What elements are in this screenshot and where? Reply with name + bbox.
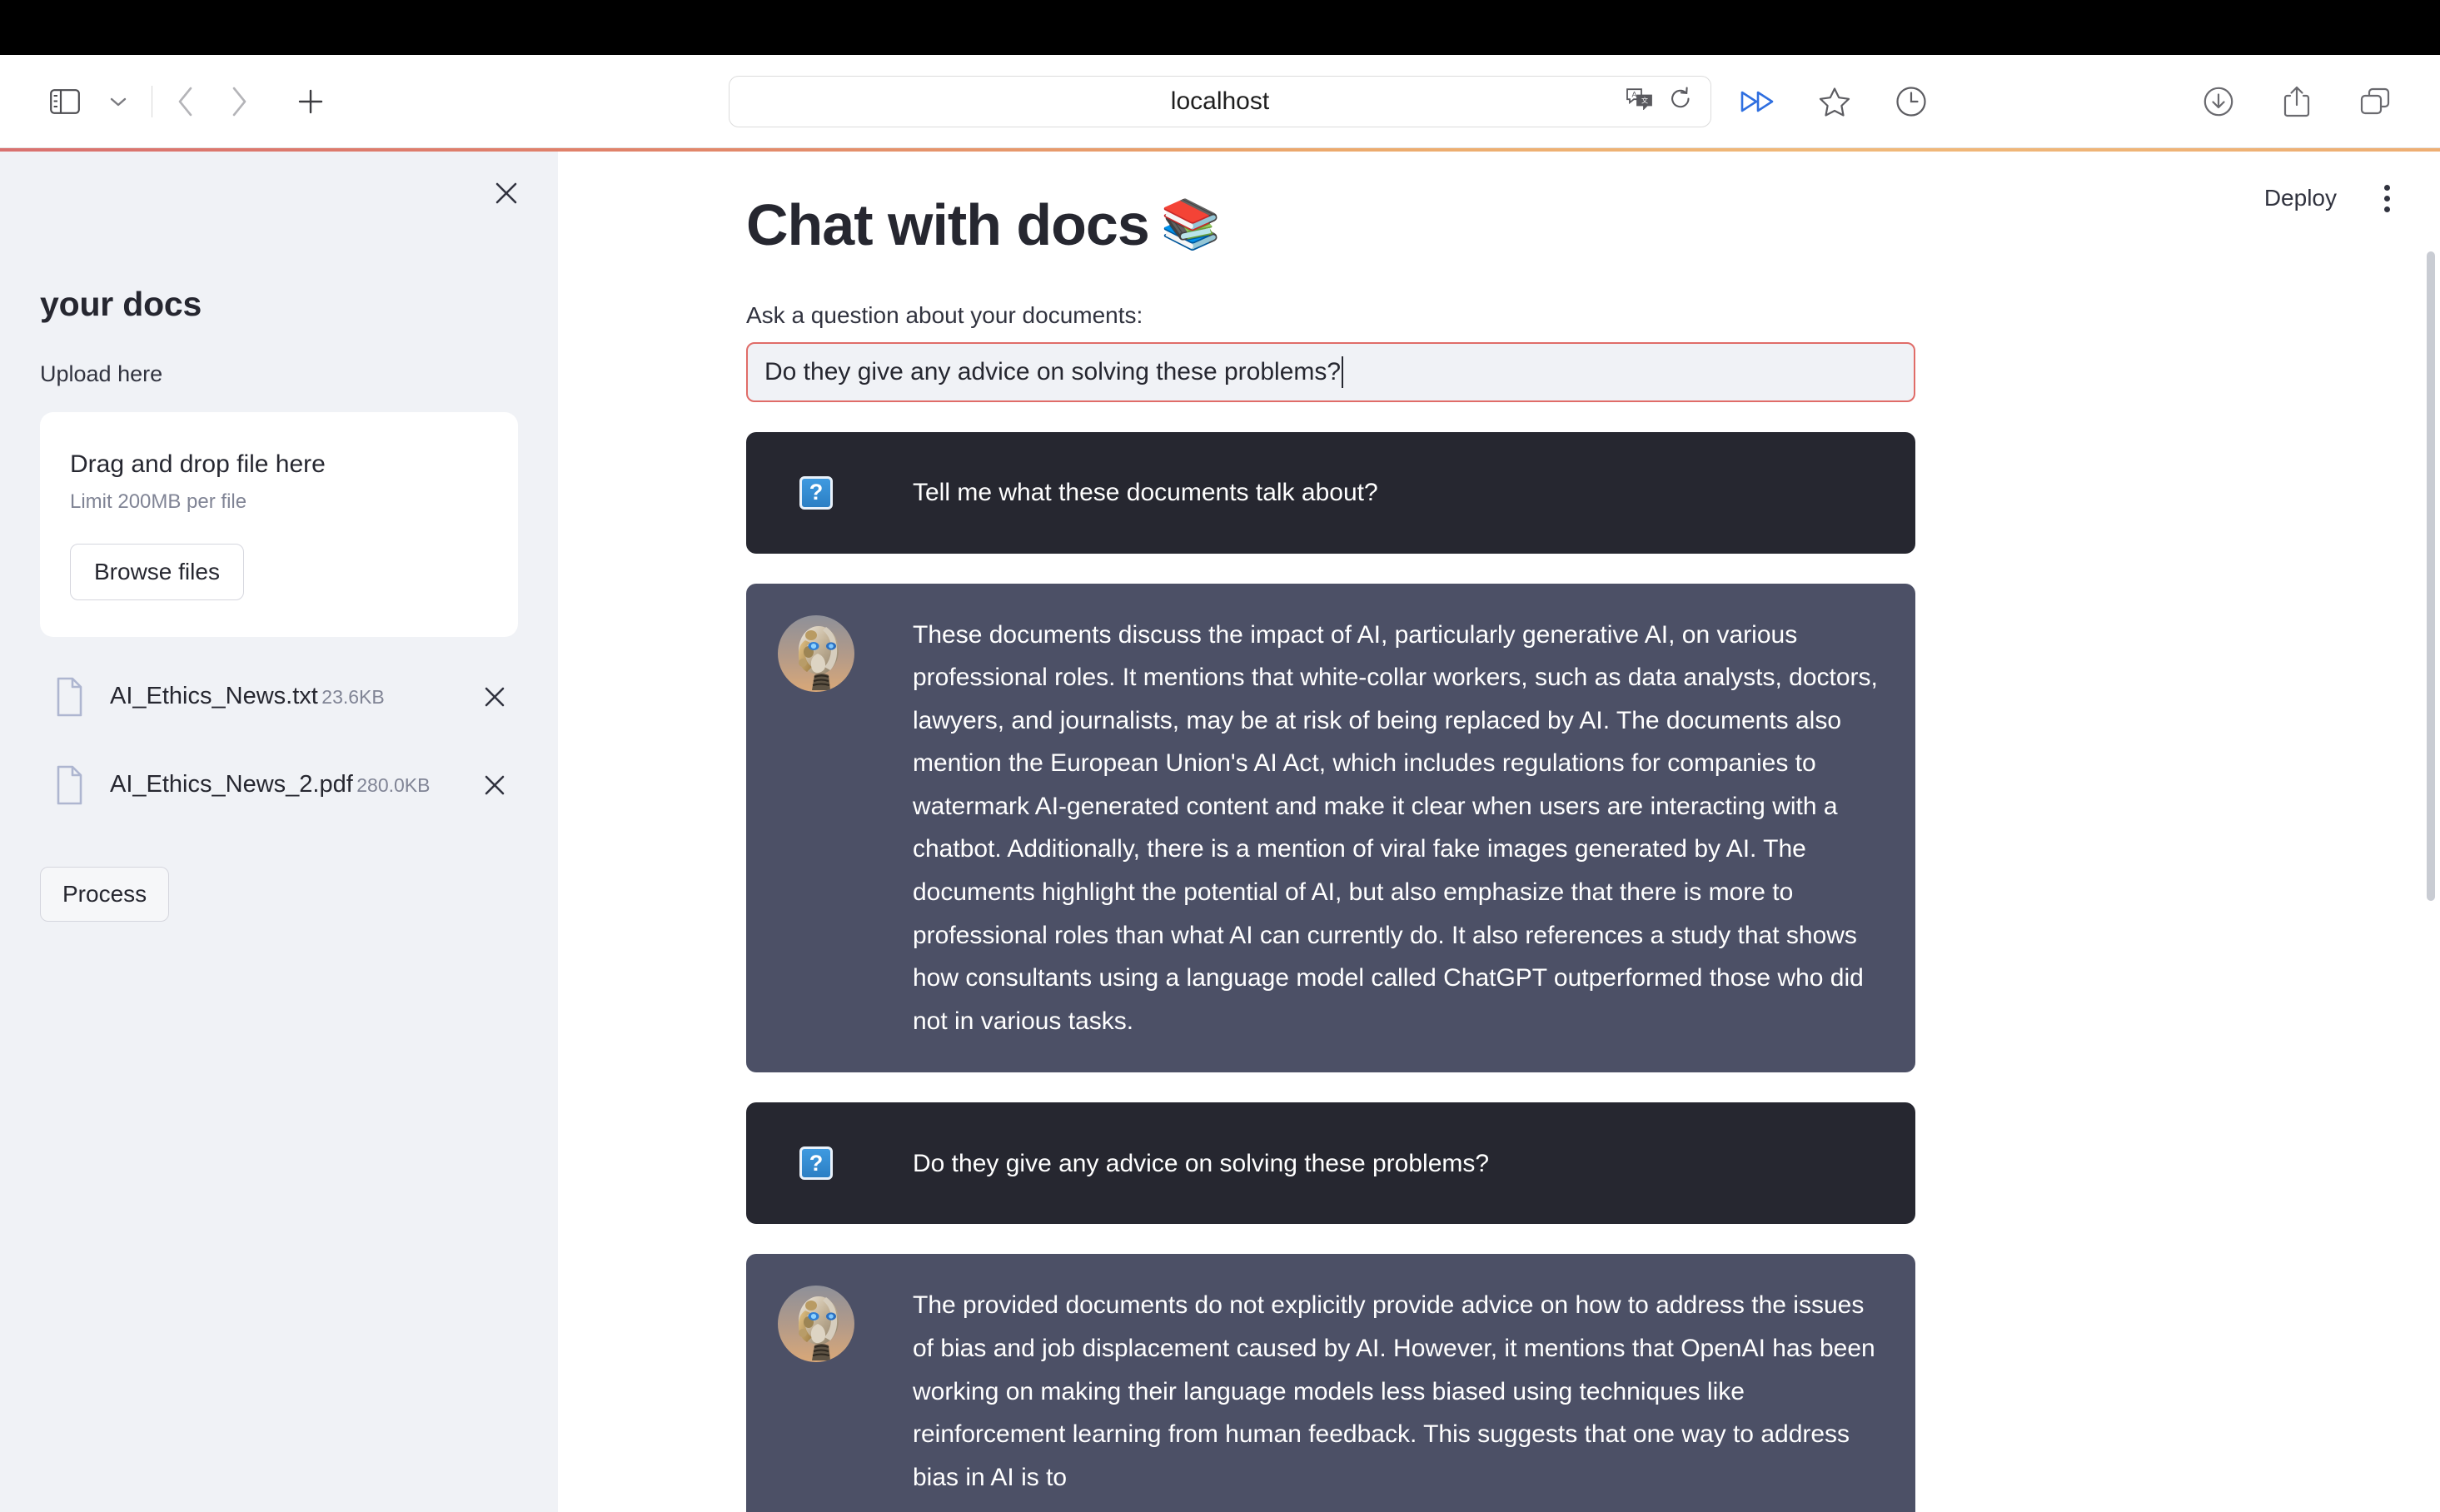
page-title-text: Chat with docs xyxy=(746,192,1150,257)
svg-text:A: A xyxy=(1632,90,1637,98)
file-name: AI_Ethics_News.txt xyxy=(110,683,318,710)
message-text: The provided documents do not explicitly… xyxy=(913,1291,1875,1491)
books-emoji-icon: 📚 xyxy=(1160,196,1221,251)
question-input[interactable]: Do they give any advice on solving these… xyxy=(746,341,1915,402)
app-header-actions: Deploy xyxy=(2253,152,2440,245)
browse-files-button[interactable]: Browse files xyxy=(70,544,244,600)
fast-forward-icon[interactable] xyxy=(1731,75,1785,128)
address-bar-icons: A 文 xyxy=(1626,77,1692,127)
url-text: localhost xyxy=(1170,87,1270,115)
main-scroll-area: Chat with docs 📚 Ask a question about yo… xyxy=(558,152,2440,1512)
address-bar[interactable]: localhost A 文 xyxy=(729,75,1711,127)
avatar: ? xyxy=(779,475,853,510)
new-tab-button[interactable] xyxy=(284,75,337,128)
content-column: Chat with docs 📚 Ask a question about yo… xyxy=(746,191,1915,1512)
page-title: Chat with docs 📚 xyxy=(746,191,1915,259)
chat-message-user: ? Tell me what these documents talk abou… xyxy=(746,431,1915,554)
remove-file-icon[interactable] xyxy=(471,674,518,720)
chat-message-assistant: The provided documents do not explicitly… xyxy=(746,1254,1915,1512)
sidebar-close-icon[interactable] xyxy=(483,170,530,216)
dropzone-title: Drag and drop file here xyxy=(70,450,326,478)
message-text: Tell me what these documents talk about? xyxy=(913,479,1378,506)
question-mark-icon: ? xyxy=(799,475,833,510)
process-button[interactable]: Process xyxy=(40,867,170,922)
back-button[interactable] xyxy=(159,75,212,128)
sidebar-title: your docs xyxy=(40,285,202,323)
file-size: 280.0KB xyxy=(356,774,431,797)
text-cursor xyxy=(1342,356,1344,388)
streamlit-app: your docs Upload here Drag and drop file… xyxy=(0,152,2440,1512)
reload-icon[interactable] xyxy=(1669,86,1692,117)
address-bar-container: localhost A 文 xyxy=(729,75,1711,127)
toolbar-right-group xyxy=(2192,75,2402,128)
robot-avatar-image xyxy=(778,1286,854,1363)
avatar xyxy=(778,614,854,692)
tab-overview-icon[interactable] xyxy=(2348,75,2402,128)
upload-label: Upload here xyxy=(40,361,163,386)
file-icon xyxy=(40,765,98,805)
svg-text:文: 文 xyxy=(1641,96,1648,104)
scrollbar-thumb[interactable] xyxy=(2427,251,2435,901)
translate-icon[interactable]: A 文 xyxy=(1626,87,1654,117)
dropzone-limit-text: Limit 200MB per file xyxy=(70,490,247,513)
question-mark-icon: ? xyxy=(799,1146,833,1181)
chat-message-assistant: These documents discuss the impact of AI… xyxy=(746,583,1915,1073)
sidebar: your docs Upload here Drag and drop file… xyxy=(0,152,558,1512)
share-icon[interactable] xyxy=(2270,75,2323,128)
avatar xyxy=(778,1284,854,1363)
chat-message-user: ? Do they give any advice on solving the… xyxy=(746,1102,1915,1225)
list-item: AI_Ethics_News.txt 23.6KB xyxy=(40,665,518,729)
history-clock-icon[interactable] xyxy=(1885,75,1938,128)
message-text: These documents discuss the impact of AI… xyxy=(913,620,1878,1035)
download-icon[interactable] xyxy=(2192,75,2245,128)
file-name: AI_Ethics_News_2.pdf xyxy=(110,771,353,798)
kebab-menu-icon[interactable] xyxy=(2363,175,2410,221)
forward-button[interactable] xyxy=(212,75,266,128)
sidebar-toggle-icon[interactable] xyxy=(38,75,92,128)
message-text: Do they give any advice on solving these… xyxy=(913,1149,1490,1177)
deploy-button[interactable]: Deploy xyxy=(2253,177,2348,220)
bookmark-star-icon[interactable] xyxy=(1808,75,1861,128)
question-input-label: Ask a question about your documents: xyxy=(746,301,1143,328)
file-dropzone[interactable]: Drag and drop file here Limit 200MB per … xyxy=(40,412,518,637)
remove-file-icon[interactable] xyxy=(471,762,518,808)
file-meta: AI_Ethics_News_2.pdf 280.0KB xyxy=(98,771,471,798)
uploaded-file-list: AI_Ethics_News.txt 23.6KB AI_Ethics_News… xyxy=(40,665,518,817)
tab-group-chevron-down-icon[interactable] xyxy=(92,75,145,128)
macos-title-bar xyxy=(0,0,2440,55)
browser-toolbar: localhost A 文 xyxy=(0,55,2440,148)
avatar: ? xyxy=(779,1146,853,1181)
robot-avatar-image xyxy=(778,614,854,692)
file-meta: AI_Ethics_News.txt 23.6KB xyxy=(98,683,471,710)
toolbar-middle-right-group xyxy=(1731,75,1938,128)
list-item: AI_Ethics_News_2.pdf 280.0KB xyxy=(40,754,518,817)
file-size: 23.6KB xyxy=(321,686,385,709)
main-content: Deploy Chat with docs 📚 Ask a question a… xyxy=(558,152,2440,1512)
toolbar-left-group xyxy=(38,75,337,128)
main-scrollbar[interactable] xyxy=(2427,251,2435,1500)
file-icon xyxy=(40,677,98,717)
question-input-value: Do they give any advice on solving these… xyxy=(764,357,1342,385)
